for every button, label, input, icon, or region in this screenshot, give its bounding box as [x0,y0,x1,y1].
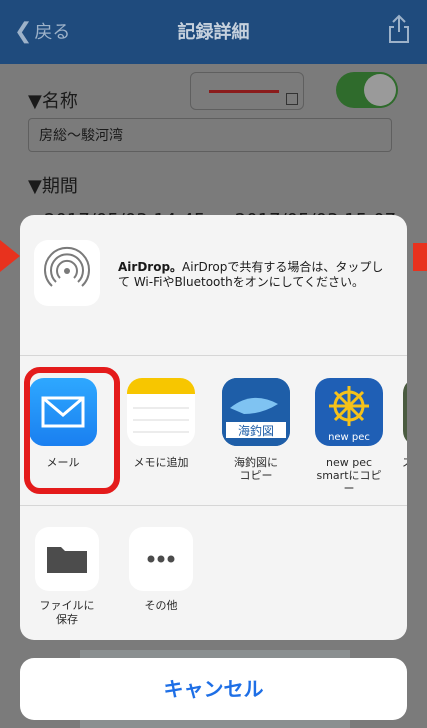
divider [20,505,407,506]
folder-icon [35,527,99,591]
visibility-toggle[interactable] [336,72,398,108]
airdrop-title: AirDrop。 [118,260,183,274]
partial-app-icon [403,378,407,446]
mail-highlight-frame [24,367,120,494]
share-app-newpec[interactable]: new pec new pec smartにコピー [312,378,386,495]
period-section-title: ▼期間 [28,176,78,197]
cancel-label: キャンセル [163,677,264,701]
app-label: 海釣図に コピー [234,456,278,482]
airdrop-row[interactable]: AirDrop。AirDropで共有する場合は、タップして Wi-FiやBlue… [20,215,407,355]
airdrop-icon [34,240,100,306]
share-app-notes[interactable]: メモに追加 [124,378,198,469]
line-color-button[interactable] [190,72,304,110]
navigation-bar: ❮ 戻る 記録詳細 [0,0,427,64]
notes-icon [127,378,195,446]
app-label: new pec smartにコピー [316,456,382,495]
umitsurizu-logo-text: 海釣図 [238,423,274,438]
action-more[interactable]: その他 [124,527,198,613]
toggle-knob [364,74,396,106]
page-title: 記録詳細 [177,22,250,43]
newpec-icon: new pec [315,378,383,446]
annotation-arrow-left [0,240,20,272]
action-save-to-files[interactable]: ファイルに 保存 [30,527,104,627]
edit-icon [286,93,298,105]
more-icon [129,527,193,591]
name-field[interactable]: 房総〜駿河湾 [28,118,392,152]
umitsurizu-icon: 海釣図 [222,378,290,446]
divider [20,355,407,356]
app-label: メモに追加 [133,456,189,469]
screen: ❮戻る 記録詳細 ▼名称 房総〜駿河湾 ▼期間 2017/05/03 14:45… [0,0,427,728]
share-icon[interactable] [387,14,411,44]
action-label: ファイルに 保存 [39,599,95,626]
annotation-marker-right [413,243,427,271]
share-app-umitsurizu[interactable]: 海釣図 海釣図に コピー [219,378,293,482]
airdrop-description: AirDrop。AirDropで共有する場合は、タップして Wi-FiやBlue… [118,260,388,290]
line-color-swatch [209,90,279,93]
share-app-partial[interactable]: ス [400,378,407,469]
name-section-title: ▼名称 [28,91,78,112]
app-label: ス [400,456,407,469]
newpec-logo-text: new pec [328,432,370,443]
action-label: その他 [144,599,178,612]
cancel-button[interactable]: キャンセル [20,658,407,720]
